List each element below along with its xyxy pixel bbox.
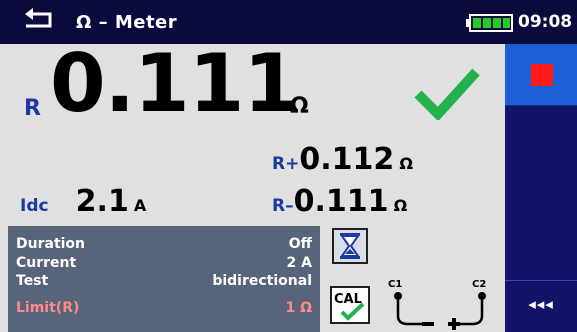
param-label: Limit(R): [16, 300, 80, 316]
back-icon[interactable]: [22, 6, 56, 34]
idc-label: Idc: [20, 196, 49, 216]
calibration-icon: CAL: [330, 286, 370, 324]
stop-icon: [531, 64, 553, 86]
parameter-panel[interactable]: Duration Off Current 2 A Test bidirectio…: [8, 226, 320, 332]
r-minus-value: 0.111: [293, 184, 389, 219]
soft-key-bar: ◂◂◂: [505, 44, 577, 332]
param-row-duration[interactable]: Duration Off: [16, 236, 312, 253]
param-value: bidirectional: [212, 273, 312, 289]
r-plus-symbol: R+: [272, 154, 300, 174]
r-plus-unit: Ω: [399, 154, 413, 173]
idc-unit: A: [133, 196, 147, 215]
r-minus-result: R–0.111 Ω: [272, 184, 407, 219]
r-plus-value: 0.112: [299, 142, 395, 177]
cal-label: CAL: [334, 292, 362, 307]
r-plus-result: R+0.112 Ω: [272, 142, 413, 177]
terminal-connection-diagram: C1 C2: [388, 279, 486, 330]
clock: 09:08: [518, 12, 573, 32]
idc-value: 2.1: [75, 184, 129, 219]
main-result-symbol: R: [24, 96, 41, 121]
main-result-unit: Ω: [290, 94, 309, 119]
pass-check-icon: [414, 68, 480, 120]
terminal-c1-label: C1: [388, 279, 402, 290]
param-row-current[interactable]: Current 2 A: [16, 255, 312, 272]
param-value: 1 Ω: [285, 300, 312, 316]
measurement-panel: R 0.111 Ω R+0.112 Ω Idc 2.1 A R–0.111 Ω …: [0, 44, 505, 332]
r-minus-unit: Ω: [393, 196, 408, 215]
param-value: Off: [288, 236, 312, 252]
param-row-limit[interactable]: Limit(R) 1 Ω: [16, 300, 312, 317]
param-value: 2 A: [286, 255, 312, 271]
idc-result: Idc 2.1 A: [20, 184, 146, 219]
main-result-value: 0.111: [50, 37, 299, 130]
more-options-button[interactable]: ◂◂◂: [505, 280, 577, 332]
page-title: Ω – Meter: [76, 12, 178, 33]
param-row-test[interactable]: Test bidirectional: [16, 273, 312, 290]
param-label: Duration: [16, 236, 86, 252]
param-label: Test: [16, 273, 49, 289]
hourglass-icon: [332, 228, 368, 264]
terminal-c2-label: C2: [472, 279, 486, 290]
param-label: Current: [16, 255, 77, 271]
calibration-status: CAL: [330, 286, 370, 324]
r-minus-symbol: R–: [272, 196, 294, 216]
stop-button[interactable]: [505, 44, 577, 106]
battery-icon: [466, 14, 513, 32]
